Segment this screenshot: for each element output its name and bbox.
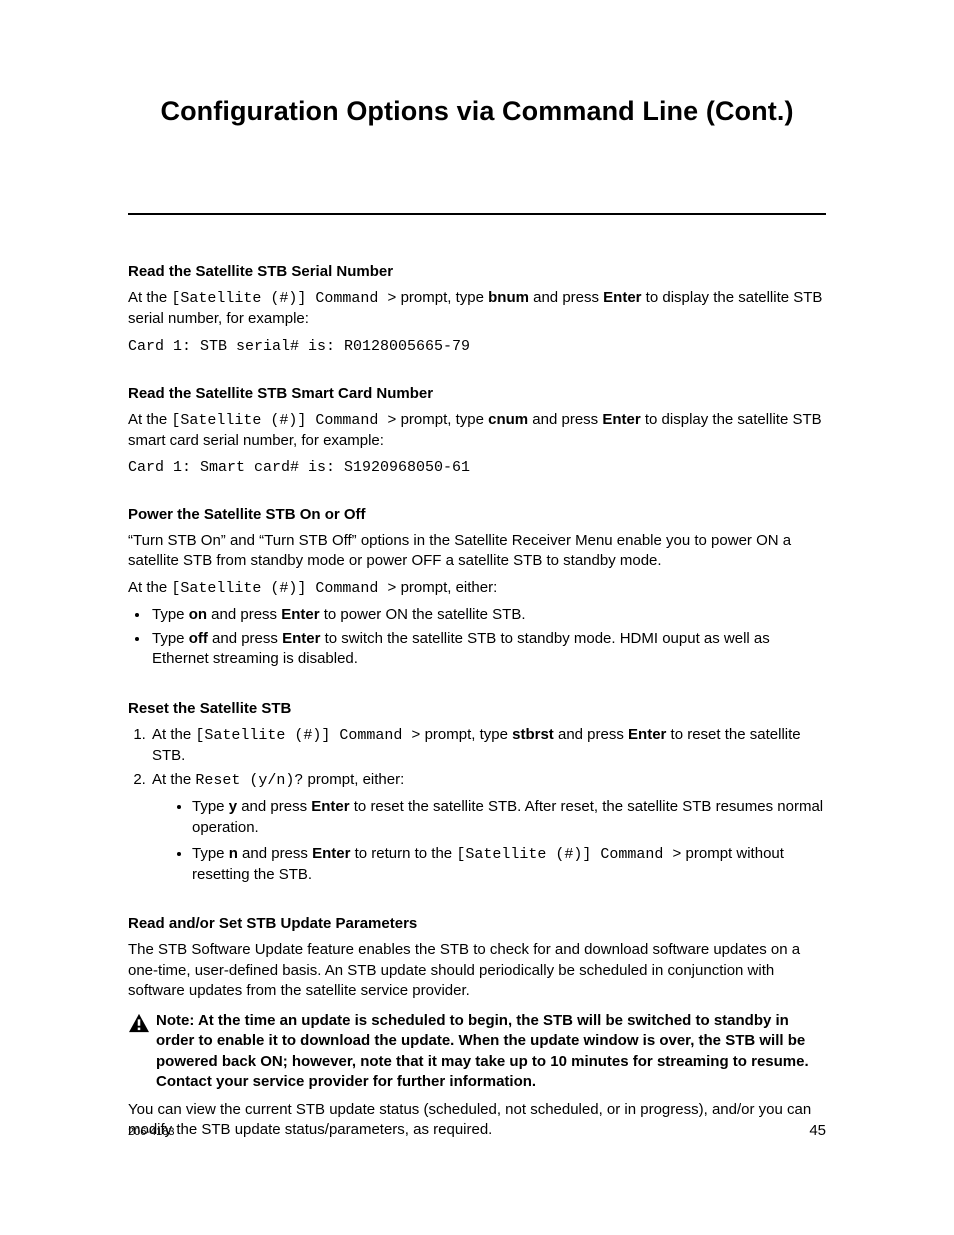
text: prompt, type (396, 289, 488, 306)
text: prompt, type (396, 411, 488, 428)
heading-read-smart-card: Read the Satellite STB Smart Card Number (128, 385, 826, 402)
paragraph: At the [Satellite (#)] Command > prompt,… (128, 288, 826, 330)
text: to power ON the satellite STB. (320, 606, 526, 623)
text: and press (207, 606, 281, 623)
command: off (189, 630, 208, 647)
code-output: Card 1: Smart card# is: S1920968050-61 (128, 459, 826, 476)
bullet-list: Type on and press Enter to power ON the … (128, 605, 826, 670)
list-item: Type y and press Enter to reset the sate… (192, 797, 826, 838)
text: Type (192, 798, 229, 815)
text: At the (152, 726, 195, 743)
inline-code: [Satellite (#)] Command > (456, 846, 681, 863)
heading-reset-stb: Reset the Satellite STB (128, 700, 826, 717)
text: prompt, either: (396, 579, 497, 596)
text: and press (237, 798, 311, 815)
text: At the (128, 579, 171, 596)
title-divider (128, 213, 826, 215)
sub-bullet-list: Type y and press Enter to reset the sate… (152, 797, 826, 885)
text: and press (554, 726, 628, 743)
heading-read-serial: Read the Satellite STB Serial Number (128, 263, 826, 280)
text: and press (528, 411, 602, 428)
text: Type (192, 845, 229, 862)
text: and press (238, 845, 312, 862)
inline-code: Reset (y/n)? (195, 772, 303, 789)
list-item: Type on and press Enter to power ON the … (150, 605, 826, 625)
command: stbrst (512, 726, 554, 743)
code-output: Card 1: STB serial# is: R0128005665-79 (128, 338, 826, 355)
command: n (229, 845, 238, 862)
page-number: 45 (809, 1122, 826, 1139)
warning-icon (128, 1011, 156, 1038)
note-text: Note: At the time an update is scheduled… (156, 1011, 826, 1092)
list-item: Type off and press Enter to switch the s… (150, 629, 826, 670)
inline-code: [Satellite (#)] Command > (171, 412, 396, 429)
page-footer: 206-4183 45 (128, 1122, 826, 1139)
key: Enter (282, 630, 320, 647)
document-page: Configuration Options via Command Line (… (0, 0, 954, 1235)
key: Enter (628, 726, 666, 743)
list-item: At the Reset (y/n)? prompt, either: Type… (150, 770, 826, 885)
text: and press (208, 630, 282, 647)
text: At the (128, 411, 171, 428)
text: prompt, type (420, 726, 512, 743)
key: Enter (603, 289, 641, 306)
inline-code: [Satellite (#)] Command > (171, 290, 396, 307)
key: Enter (602, 411, 640, 428)
key: Enter (281, 606, 319, 623)
inline-code: [Satellite (#)] Command > (171, 580, 396, 597)
paragraph: At the [Satellite (#)] Command > prompt,… (128, 410, 826, 452)
numbered-list: At the [Satellite (#)] Command > prompt,… (128, 725, 826, 886)
paragraph: The STB Software Update feature enables … (128, 940, 826, 1001)
text: and press (529, 289, 603, 306)
key: Enter (311, 798, 349, 815)
command: cnum (488, 411, 528, 428)
paragraph: “Turn STB On” and “Turn STB Off” options… (128, 531, 826, 572)
note-block: Note: At the time an update is scheduled… (128, 1011, 826, 1092)
doc-id: 206-4183 (128, 1126, 175, 1138)
command: on (189, 606, 207, 623)
inline-code: [Satellite (#)] Command > (195, 727, 420, 744)
text: Type (152, 606, 189, 623)
command: y (229, 798, 237, 815)
page-title: Configuration Options via Command Line (… (128, 96, 826, 127)
paragraph: At the [Satellite (#)] Command > prompt,… (128, 578, 826, 599)
text: Type (152, 630, 189, 647)
heading-power-stb: Power the Satellite STB On or Off (128, 506, 826, 523)
list-item: Type n and press Enter to return to the … (192, 844, 826, 886)
key: Enter (312, 845, 350, 862)
command: bnum (488, 289, 529, 306)
text: to return to the (350, 845, 456, 862)
text: At the (128, 289, 171, 306)
text: At the (152, 771, 195, 788)
text: prompt, either: (303, 771, 404, 788)
heading-update-params: Read and/or Set STB Update Parameters (128, 915, 826, 932)
list-item: At the [Satellite (#)] Command > prompt,… (150, 725, 826, 767)
